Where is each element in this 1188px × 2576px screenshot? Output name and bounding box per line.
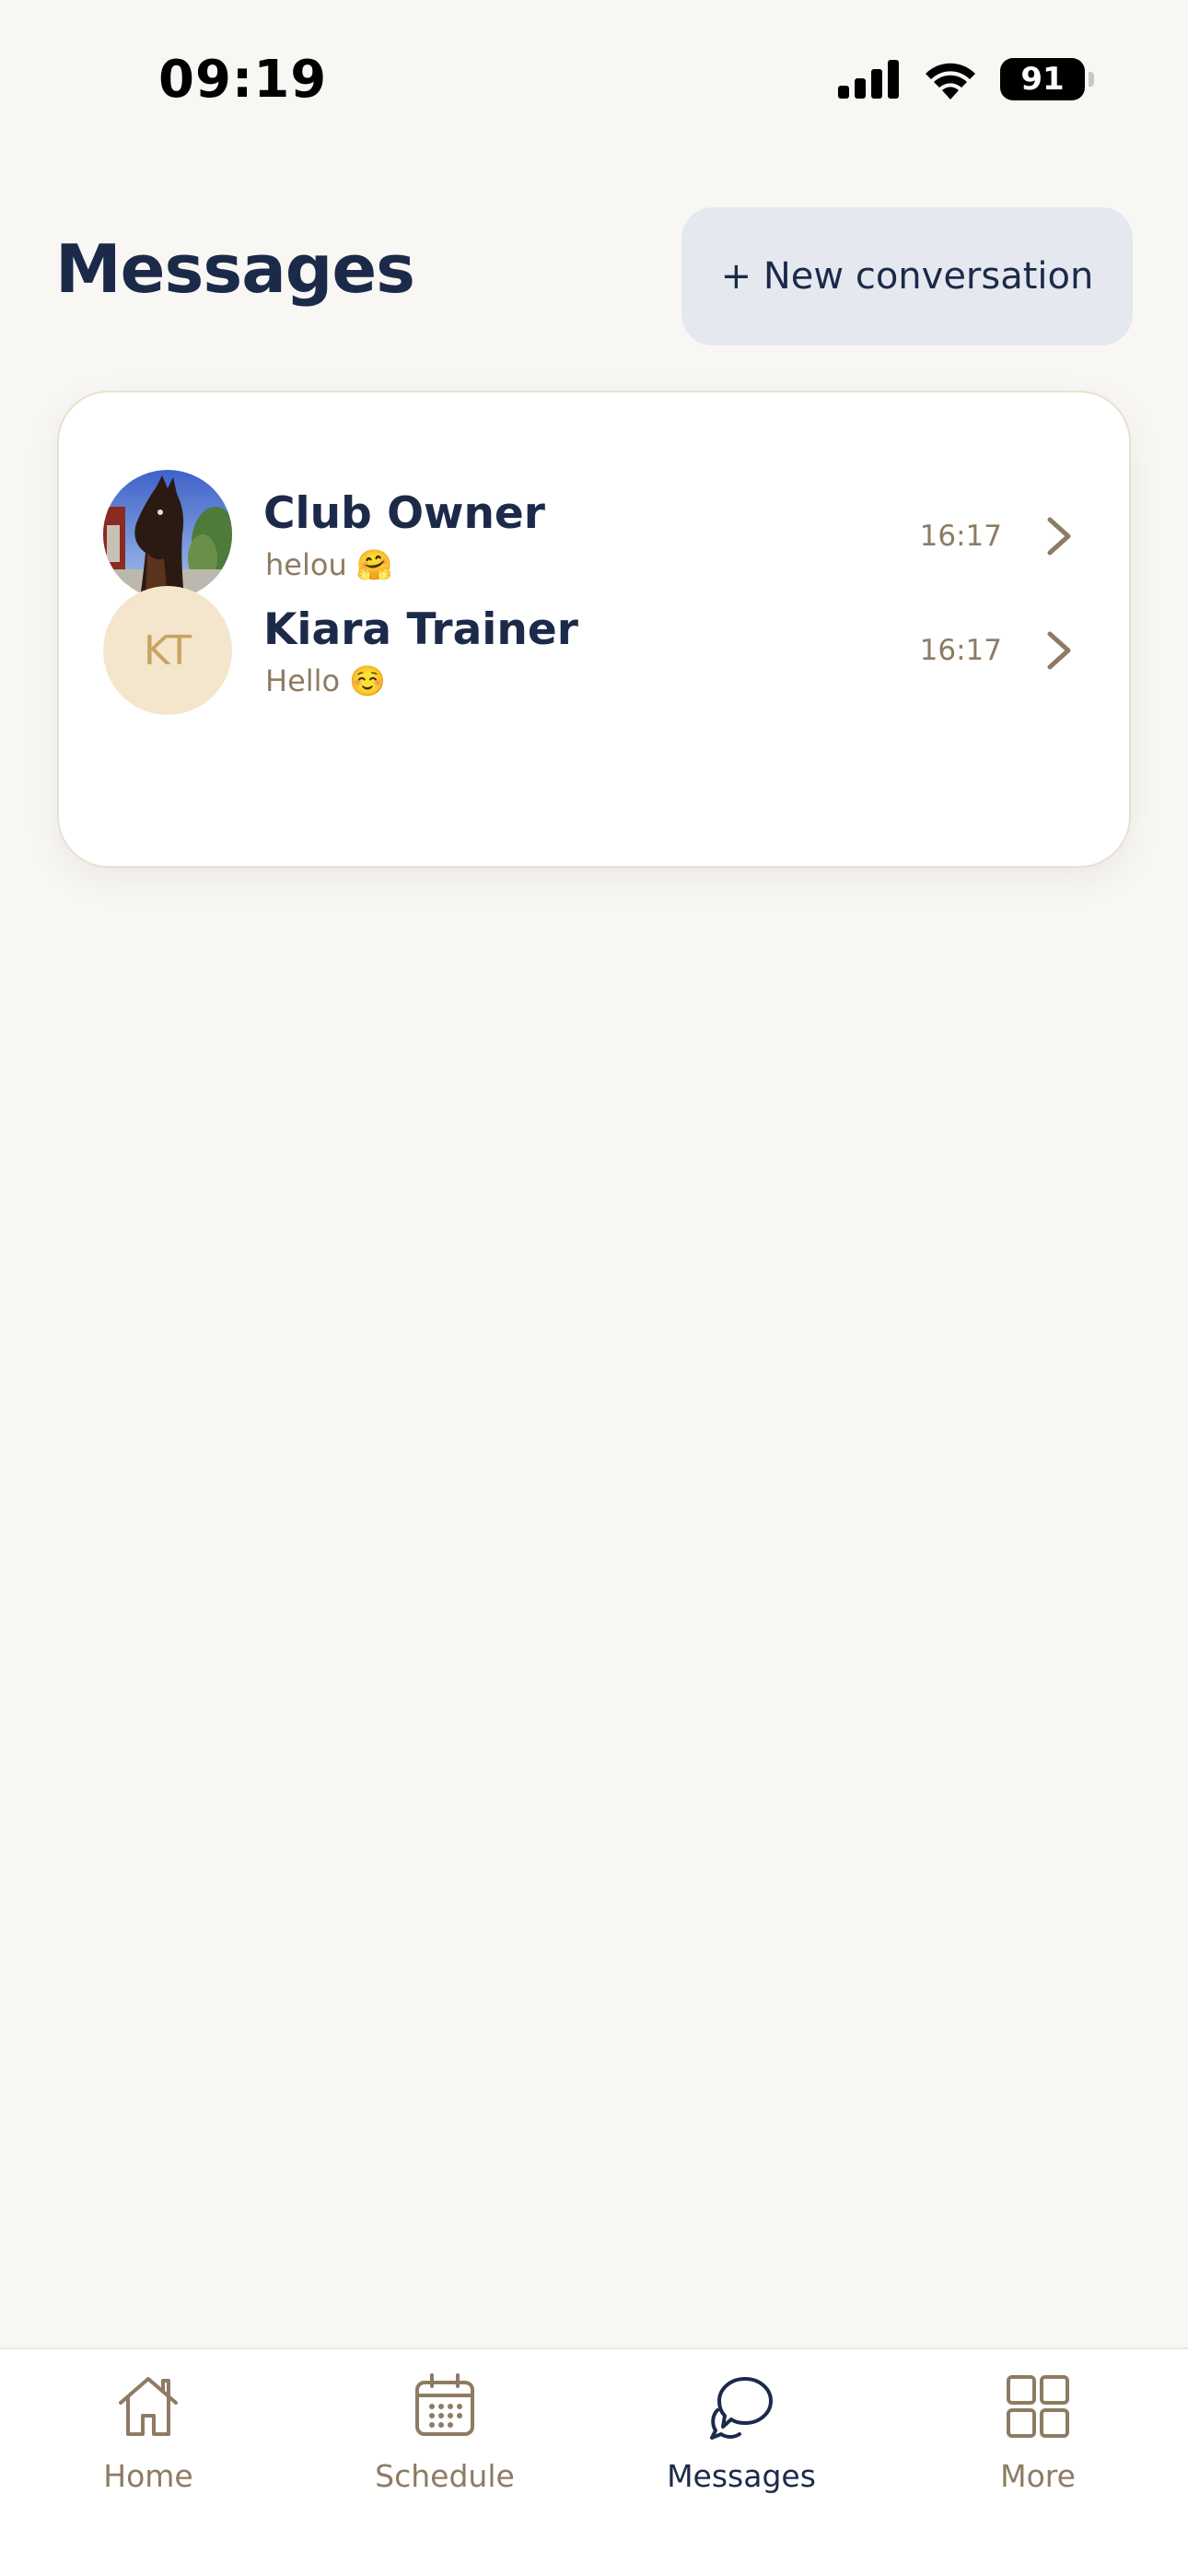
- status-icons: 91: [838, 55, 1094, 103]
- chevron-right-icon: [1047, 517, 1071, 556]
- tab-label: Schedule: [375, 2458, 515, 2494]
- conversation-preview: Hello ☺️: [265, 663, 387, 698]
- conversation-name: Club Owner: [263, 488, 545, 539]
- conversation-preview: helou 🤗: [265, 547, 393, 582]
- conversation-time: 16:17: [919, 634, 1002, 667]
- battery-icon: 91: [1000, 58, 1094, 100]
- new-conversation-button[interactable]: + New conversation: [681, 207, 1133, 345]
- status-bar: 09:19 91: [0, 0, 1188, 161]
- conversation-time: 16:17: [919, 520, 1002, 553]
- conversation-name: Kiara Trainer: [263, 604, 578, 655]
- tab-more[interactable]: More: [890, 2349, 1186, 2576]
- wifi-icon: [926, 63, 975, 100]
- conversation-list: Club Owner helou 🤗 16:17 KT Kiara Traine…: [57, 391, 1131, 868]
- status-time: 09:19: [158, 50, 328, 110]
- calendar-icon: [415, 2373, 474, 2436]
- horse-photo-avatar: [103, 470, 232, 599]
- tab-schedule[interactable]: Schedule: [297, 2349, 593, 2576]
- tab-label: More: [1000, 2458, 1076, 2494]
- conversation-item-kiara-trainer[interactable]: KT Kiara Trainer Hello ☺️ 16:17: [59, 586, 1129, 779]
- avatar-initials: KT: [103, 586, 232, 715]
- chat-bubble-icon: [710, 2377, 773, 2440]
- home-icon: [119, 2377, 178, 2436]
- cellular-signal-icon: [838, 60, 899, 99]
- tab-messages[interactable]: Messages: [593, 2349, 890, 2576]
- tab-label: Home: [103, 2458, 193, 2494]
- chevron-right-icon: [1047, 631, 1071, 670]
- battery-level: 91: [1020, 61, 1065, 98]
- tab-bar: Home Schedule Messages More: [0, 2348, 1188, 2576]
- avatar-photo: [103, 470, 232, 599]
- conversation-item-club-owner[interactable]: Club Owner helou 🤗 16:17: [59, 392, 1129, 599]
- grid-icon: [1007, 2375, 1069, 2438]
- tab-home[interactable]: Home: [0, 2349, 297, 2576]
- page-title: Messages: [55, 230, 415, 308]
- tab-label: Messages: [667, 2458, 816, 2494]
